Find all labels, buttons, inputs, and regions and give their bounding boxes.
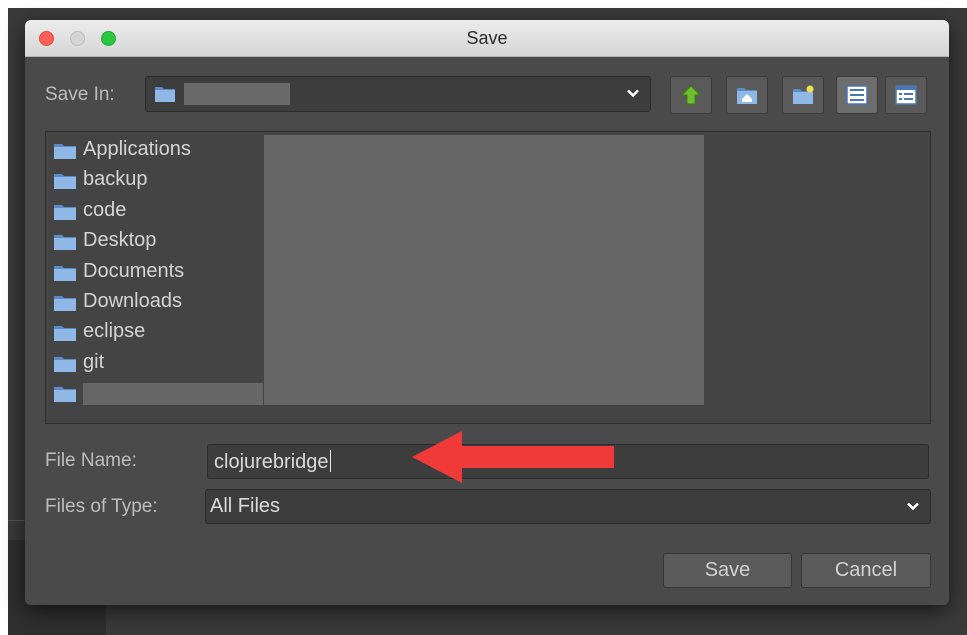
- new-folder-icon: [793, 85, 814, 104]
- details-view-button[interactable]: [885, 76, 927, 114]
- folder-icon: [54, 204, 76, 220]
- save-button[interactable]: Save: [663, 553, 792, 588]
- new-folder-button[interactable]: [782, 76, 824, 114]
- list-item[interactable]: Applications: [49, 135, 264, 165]
- folder-icon: [54, 265, 76, 281]
- folder-name: git: [83, 350, 105, 373]
- chevron-down-icon: [627, 89, 639, 98]
- annotation-arrow-icon: [412, 431, 614, 483]
- folder-name: Applications: [83, 138, 191, 160]
- details-view-icon: [895, 85, 917, 105]
- up-folder-icon: [680, 85, 702, 105]
- redacted-folder-name: [83, 383, 263, 406]
- title-bar: Save: [25, 20, 949, 57]
- folder-name: backup: [83, 168, 148, 191]
- list-view-button[interactable]: [836, 76, 878, 114]
- files-of-type-dropdown[interactable]: All Files: [205, 489, 931, 524]
- folder-icon: [54, 356, 76, 372]
- folder-icon: [54, 235, 76, 251]
- home-button[interactable]: [726, 76, 768, 114]
- folder-icon: [54, 387, 76, 403]
- cancel-button[interactable]: Cancel: [801, 553, 931, 588]
- save-in-label: Save In:: [45, 84, 115, 105]
- list-item[interactable]: [49, 378, 264, 408]
- home-folder-icon: [737, 88, 757, 104]
- folder-icon: [54, 144, 76, 159]
- folder-icon: [54, 174, 76, 190]
- list-item[interactable]: eclipse: [49, 317, 264, 347]
- list-item[interactable]: code: [49, 196, 264, 226]
- redacted-folder-name: [184, 83, 290, 105]
- list-item[interactable]: Downloads: [49, 287, 264, 317]
- list-item[interactable]: backup: [49, 165, 264, 195]
- up-one-level-button[interactable]: [670, 76, 712, 114]
- file-name-label: File Name:: [45, 450, 137, 471]
- list-view-icon: [846, 85, 868, 105]
- folder-icon: [54, 326, 76, 342]
- chevron-down-icon: [907, 502, 919, 510]
- dialog-title: Save: [466, 28, 508, 48]
- list-item[interactable]: Documents: [49, 257, 264, 287]
- folder-list: Applications backup code Desktop Documen…: [49, 135, 264, 409]
- file-list[interactable]: Applications backup code Desktop Documen…: [45, 131, 931, 424]
- folder-name: eclipse: [83, 320, 146, 343]
- list-item[interactable]: git: [49, 348, 264, 378]
- folder-name: Downloads: [83, 289, 182, 312]
- files-of-type-label: Files of Type:: [45, 496, 158, 517]
- folder-name: Desktop: [83, 229, 157, 252]
- save-in-dropdown[interactable]: [145, 76, 651, 112]
- save-dialog: Save Save In: Applications backup code D…: [25, 20, 949, 605]
- folder-icon: [155, 87, 175, 102]
- folder-name: code: [83, 198, 127, 221]
- file-name-value: clojurebridge: [214, 451, 329, 473]
- text-cursor: [329, 450, 331, 472]
- list-item[interactable]: Desktop: [49, 226, 264, 256]
- files-of-type-value: All Files: [210, 495, 281, 517]
- folder-icon: [54, 295, 76, 311]
- folder-name: Documents: [83, 259, 185, 282]
- redacted-area: [264, 135, 704, 405]
